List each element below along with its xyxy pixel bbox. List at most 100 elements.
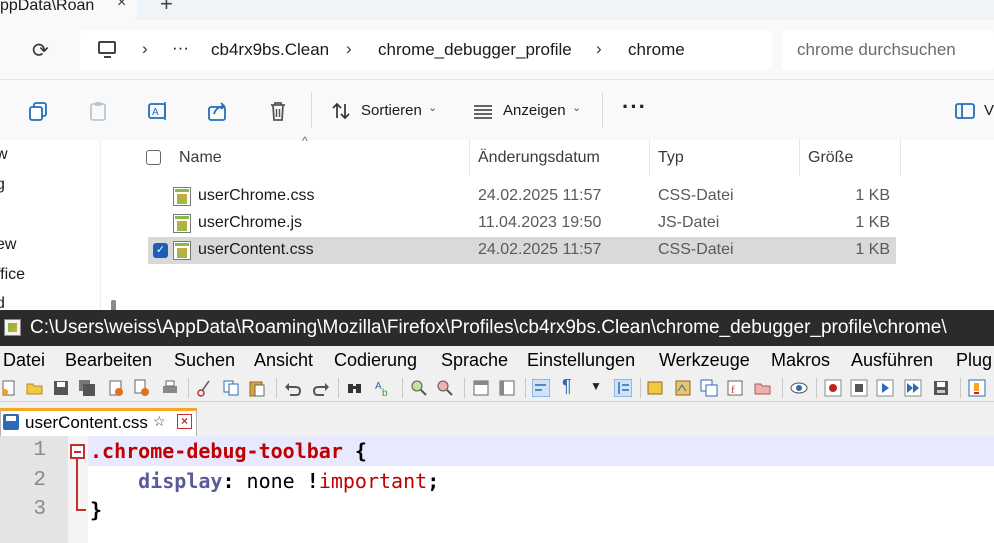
stop-macro-icon[interactable] — [850, 379, 868, 397]
breadcrumb-item[interactable]: chrome_debugger_profile — [378, 40, 572, 60]
sort-button[interactable]: Sortieren — [361, 102, 422, 119]
chevron-down-icon[interactable]: ⌄ — [428, 101, 437, 114]
column-header-size[interactable]: Größe — [808, 149, 853, 167]
breadcrumb-item[interactable]: chrome — [628, 40, 685, 60]
find-icon[interactable] — [346, 379, 364, 397]
file-row-selected[interactable]: ✓ userContent.css 24.02.2025 11:57 CSS-D… — [148, 237, 896, 264]
folder-workspace-icon[interactable] — [754, 379, 772, 397]
menu-item-bearbeiten[interactable]: Bearbeiten — [65, 350, 152, 371]
nav-item[interactable]: g — [0, 176, 5, 194]
column-divider[interactable] — [799, 140, 800, 176]
nav-item[interactable]: ew — [0, 236, 16, 254]
search-input[interactable]: chrome durchsuchen — [782, 30, 994, 70]
new-tab-icon[interactable]: + — [160, 0, 173, 17]
menu-item-ansicht[interactable]: Ansicht — [254, 350, 313, 371]
fold-collapse-icon[interactable] — [70, 444, 85, 459]
notepad-title-bar[interactable]: C:\Users\weiss\AppData\Roaming\Mozilla\F… — [0, 310, 994, 346]
column-divider[interactable] — [900, 140, 901, 176]
zoom-out-icon[interactable] — [436, 379, 454, 397]
menu-item-suchen[interactable]: Suchen — [174, 350, 235, 371]
chevron-right-icon[interactable]: › — [596, 39, 602, 59]
record-macro-icon[interactable] — [824, 379, 842, 397]
menu-item-codierung[interactable]: Codierung — [334, 350, 417, 371]
nav-scrollbar[interactable] — [100, 140, 128, 312]
copy-icon[interactable] — [222, 379, 240, 397]
view-icon[interactable] — [472, 100, 494, 122]
cut-icon[interactable] — [196, 379, 214, 397]
details-pane-icon[interactable] — [954, 100, 976, 122]
menu-item-werkzeuge[interactable]: Werkzeuge — [659, 350, 750, 371]
file-type: CSS-Datei — [658, 241, 734, 258]
menu-item-makros[interactable]: Makros — [771, 350, 830, 371]
file-row[interactable]: userChrome.css 24.02.2025 11:57 CSS-Date… — [148, 183, 896, 210]
run-macro-multiple-icon[interactable] — [904, 379, 922, 397]
sync-vertical-icon[interactable] — [472, 379, 490, 397]
monitoring-icon[interactable] — [790, 379, 808, 397]
sort-icon[interactable] — [330, 100, 352, 122]
save-icon[interactable] — [52, 379, 70, 397]
line-number: 2 — [33, 469, 46, 492]
select-all-checkbox[interactable] — [146, 150, 161, 165]
this-pc-icon[interactable] — [98, 41, 116, 58]
close-all-icon[interactable] — [133, 379, 151, 397]
function-list-icon[interactable]: f — [726, 379, 744, 397]
tab-close-icon[interactable]: × — [117, 0, 126, 12]
indent-guide-icon[interactable] — [614, 379, 632, 397]
column-divider[interactable] — [469, 140, 470, 176]
run-icon[interactable] — [968, 379, 986, 397]
close-file-icon[interactable] — [107, 379, 125, 397]
delete-icon[interactable] — [267, 100, 289, 122]
breadcrumb-overflow[interactable]: ··· — [172, 38, 189, 58]
menu-item-einstellungen[interactable]: Einstellungen — [527, 350, 635, 371]
address-bar[interactable]: › ··· cb4rx9bs.Clean › chrome_debugger_p… — [80, 30, 772, 70]
paste-icon[interactable] — [248, 379, 266, 397]
toolbar-separator — [525, 378, 526, 398]
chevron-down-icon[interactable]: ▼ — [590, 379, 602, 393]
view-button[interactable]: Anzeigen — [503, 102, 566, 119]
document-tab[interactable]: userContent.css ☆ × — [0, 408, 197, 436]
share-icon[interactable] — [207, 100, 229, 122]
menu-item-ausfuehren[interactable]: Ausführen — [851, 350, 933, 371]
zoom-in-icon[interactable] — [410, 379, 428, 397]
menu-item-plugins[interactable]: Plug — [956, 350, 992, 371]
chevron-down-icon[interactable]: ⌄ — [572, 101, 581, 114]
undo-icon[interactable] — [284, 379, 302, 397]
column-header-date[interactable]: Änderungsdatum — [478, 149, 600, 167]
open-file-icon[interactable] — [26, 379, 44, 397]
chevron-right-icon[interactable]: › — [346, 39, 352, 59]
doc-list-icon[interactable] — [700, 379, 718, 397]
details-button-label[interactable]: V — [984, 102, 994, 119]
file-row[interactable]: userChrome.js 11.04.2023 19:50 JS-Datei … — [148, 210, 896, 237]
show-all-characters-icon[interactable]: ¶ — [562, 376, 572, 397]
nav-item[interactable]: w — [0, 146, 8, 164]
print-icon[interactable] — [161, 379, 179, 397]
paste-icon[interactable] — [87, 100, 109, 122]
column-divider[interactable] — [649, 140, 650, 176]
play-macro-icon[interactable] — [876, 379, 894, 397]
breadcrumb-item[interactable]: cb4rx9bs.Clean — [211, 40, 329, 60]
nav-item[interactable]: ffice — [0, 266, 25, 284]
more-options-button[interactable]: ··· — [622, 94, 647, 120]
word-wrap-icon[interactable] — [532, 379, 550, 397]
rename-icon[interactable]: A — [147, 100, 169, 122]
new-file-icon[interactable] — [0, 379, 18, 397]
chevron-right-icon[interactable]: › — [142, 39, 148, 59]
close-tab-icon[interactable]: × — [177, 414, 192, 429]
column-header-type[interactable]: Typ — [658, 149, 684, 167]
menu-item-datei[interactable]: Datei — [3, 350, 45, 371]
doc-map-icon[interactable] — [674, 379, 692, 397]
pin-tab-icon[interactable]: ☆ — [153, 413, 166, 430]
refresh-icon[interactable]: ⟳ — [32, 38, 49, 63]
sync-horizontal-icon[interactable] — [498, 379, 516, 397]
column-header-name[interactable]: Name — [179, 149, 222, 167]
svg-text:b: b — [382, 388, 388, 397]
menu-item-sprache[interactable]: Sprache — [441, 350, 508, 371]
save-macro-icon[interactable] — [932, 379, 950, 397]
redo-icon[interactable] — [312, 379, 330, 397]
row-checkbox-checked[interactable]: ✓ — [153, 243, 168, 258]
save-all-icon[interactable] — [78, 379, 96, 397]
replace-icon[interactable]: Ab — [374, 379, 392, 397]
copy-icon[interactable] — [27, 100, 49, 122]
code-editor[interactable]: 1 2 3 .chrome-debug-toolbar { display: n… — [0, 436, 994, 543]
udl-icon[interactable] — [646, 379, 664, 397]
